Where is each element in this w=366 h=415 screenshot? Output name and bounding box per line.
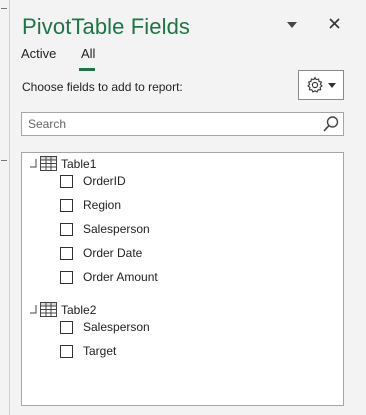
field-item[interactable]: Salesperson — [60, 220, 150, 238]
table-name: Table2 — [61, 303, 97, 317]
edge-tick — [1, 160, 7, 161]
field-label: Order Amount — [83, 270, 158, 284]
field-item[interactable]: Region — [60, 196, 121, 214]
field-item[interactable]: Order Amount — [60, 268, 158, 286]
gear-icon — [307, 76, 323, 93]
field-checkbox[interactable] — [60, 174, 73, 188]
field-item[interactable]: OrderID — [60, 172, 126, 190]
field-label: Salesperson — [83, 320, 150, 334]
choose-fields-label: Choose fields to add to report: — [22, 80, 183, 94]
field-label: Region — [83, 198, 122, 212]
table-node-table2[interactable]: Table2 — [22, 302, 222, 318]
tab-all[interactable]: All — [81, 46, 95, 61]
field-checkbox[interactable] — [60, 344, 73, 358]
table-icon — [40, 156, 57, 171]
tools-button[interactable] — [298, 70, 344, 100]
tab-active[interactable]: Active — [21, 46, 56, 61]
field-checkbox[interactable] — [60, 222, 73, 236]
field-checkbox[interactable] — [60, 320, 73, 334]
field-checkbox[interactable] — [60, 198, 73, 212]
field-list: Table1 OrderID Region Salesperson Order … — [21, 152, 344, 406]
field-item[interactable]: Order Date — [60, 244, 142, 262]
field-label: Order Date — [83, 246, 143, 260]
table-icon — [40, 302, 57, 317]
field-label: Salesperson — [83, 222, 150, 236]
field-label: Target — [83, 344, 117, 358]
field-item[interactable]: Target — [60, 342, 116, 360]
table-name: Table1 — [61, 157, 97, 171]
search-box — [21, 112, 344, 136]
field-label: OrderID — [83, 174, 126, 188]
caret-down-icon — [328, 82, 336, 88]
worksheet-edge — [0, 0, 10, 415]
field-checkbox[interactable] — [60, 246, 73, 260]
search-input[interactable] — [22, 113, 312, 135]
close-pane-button[interactable] — [323, 12, 345, 34]
expanded-icon[interactable] — [30, 305, 37, 314]
chevron-down-icon — [287, 22, 297, 28]
pane-options-button[interactable] — [281, 14, 303, 36]
selected-tab-indicator — [79, 68, 95, 71]
edge-tick — [1, 8, 7, 9]
pane-title: PivotTable Fields — [22, 14, 190, 39]
close-icon — [328, 17, 340, 29]
field-item[interactable]: Salesperson — [60, 318, 150, 336]
expanded-icon[interactable] — [30, 159, 37, 168]
pivottable-fields-pane: PivotTable Fields Active All Choose fiel… — [11, 0, 366, 415]
table-node-table1[interactable]: Table1 — [22, 156, 222, 172]
search-icon[interactable] — [321, 114, 341, 134]
field-checkbox[interactable] — [60, 270, 73, 284]
